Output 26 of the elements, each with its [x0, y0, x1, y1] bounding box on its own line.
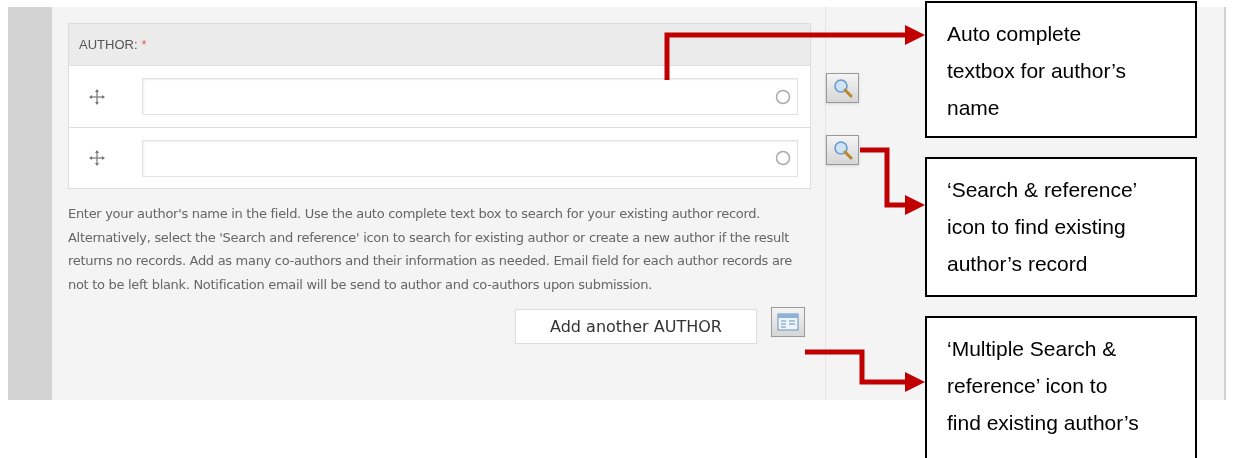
help-text: Enter your author's name in the field. Use the auto complete text box to search for your existing author record. Alternatively, select the 'Search and reference' icon to search for existing author or create a new author if the result returns no records. Add as many co-authors and their information as needed. Email field for each author records are not to be left blank. Notification email will be send to author and co-authors upon submission.: [68, 205, 794, 294]
move-handle-icon[interactable]: [89, 150, 105, 166]
callout-text: name: [947, 95, 1000, 121]
author-autocomplete-field[interactable]: [142, 78, 798, 115]
move-handle-icon[interactable]: [89, 88, 105, 105]
magnifier-icon: [831, 139, 854, 161]
search-reference-button[interactable]: [826, 135, 859, 165]
callout-text: find existing author’s: [947, 410, 1139, 436]
callout-text: textbox for author’s: [947, 58, 1126, 84]
callout-text: Auto complete: [947, 21, 1082, 47]
callout-text: icon to find existing: [947, 214, 1126, 240]
throbber-icon: [775, 88, 791, 105]
throbber-icon: [775, 150, 791, 166]
multiple-search-button[interactable]: [771, 307, 805, 337]
callout-text: reference’ icon to: [947, 373, 1108, 399]
callout-text: ‘Multiple Search &: [947, 336, 1117, 362]
callout-arrow: [860, 147, 925, 215]
field-label: AUTHOR:: [79, 35, 138, 54]
list-window-icon: [777, 313, 799, 331]
search-reference-button[interactable]: [826, 73, 859, 103]
magnifier-icon: [831, 77, 854, 99]
callout-text: ‘Search & reference’: [947, 177, 1138, 203]
author-autocomplete-field[interactable]: [142, 139, 798, 177]
add-author-button[interactable]: Add another AUTHOR: [515, 309, 757, 344]
callout-text: author’s record: [947, 251, 1088, 277]
required-mark: *: [141, 35, 147, 54]
